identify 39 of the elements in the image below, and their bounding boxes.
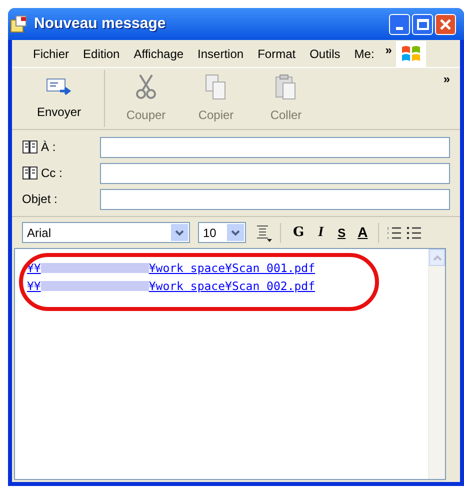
address-book-icon[interactable] bbox=[22, 140, 38, 154]
close-button[interactable] bbox=[435, 14, 456, 34]
field-label: Cc : bbox=[41, 165, 62, 182]
menu-item[interactable]: Edition bbox=[76, 44, 127, 62]
new-message-icon bbox=[10, 15, 28, 33]
menu-item[interactable]: Outils bbox=[302, 44, 348, 62]
italic-button[interactable]: I bbox=[314, 222, 328, 243]
input-field[interactable] bbox=[100, 136, 450, 158]
bulleted-list-icon bbox=[406, 226, 421, 240]
window-title: Nouveau message bbox=[34, 14, 166, 34]
envelope-icon bbox=[46, 76, 72, 96]
field-label: À : bbox=[41, 139, 56, 156]
clipboard-icon bbox=[275, 74, 297, 100]
menu-item[interactable]: Me: bbox=[347, 44, 382, 62]
underline-button[interactable]: S bbox=[334, 224, 350, 242]
input-field[interactable] bbox=[100, 162, 450, 184]
toolbar-overflow[interactable]: » bbox=[443, 70, 450, 88]
address-book-icon[interactable] bbox=[22, 166, 38, 180]
scrollbar[interactable] bbox=[428, 249, 445, 479]
field-label: Objet : bbox=[22, 191, 58, 208]
menu-item[interactable]: Affichage bbox=[126, 44, 191, 62]
menu-overflow[interactable]: » bbox=[385, 40, 392, 58]
input-field[interactable] bbox=[100, 188, 450, 210]
font-color-button[interactable]: A bbox=[356, 222, 370, 243]
minimize-button[interactable] bbox=[389, 14, 410, 34]
toolbar-button[interactable]: Envoyer bbox=[24, 68, 94, 129]
menu-item[interactable]: Insertion bbox=[190, 44, 251, 62]
paragraph-style-icon bbox=[256, 224, 272, 242]
font-dropdown[interactable]: Arial bbox=[22, 222, 190, 243]
copy-icon bbox=[205, 74, 227, 100]
menu-item[interactable]: Fichier bbox=[26, 44, 76, 62]
size-dropdown[interactable]: 10 bbox=[198, 222, 246, 243]
maximize-button[interactable] bbox=[412, 14, 433, 34]
menu-item[interactable]: Format bbox=[250, 44, 303, 62]
close-icon bbox=[439, 18, 452, 30]
file-link[interactable]: ¥¥ ¥work space¥Scan 002.pdf bbox=[27, 277, 428, 295]
numbered-list-icon bbox=[386, 226, 401, 240]
scissors-icon bbox=[135, 74, 157, 100]
bold-button[interactable]: G bbox=[289, 222, 308, 242]
